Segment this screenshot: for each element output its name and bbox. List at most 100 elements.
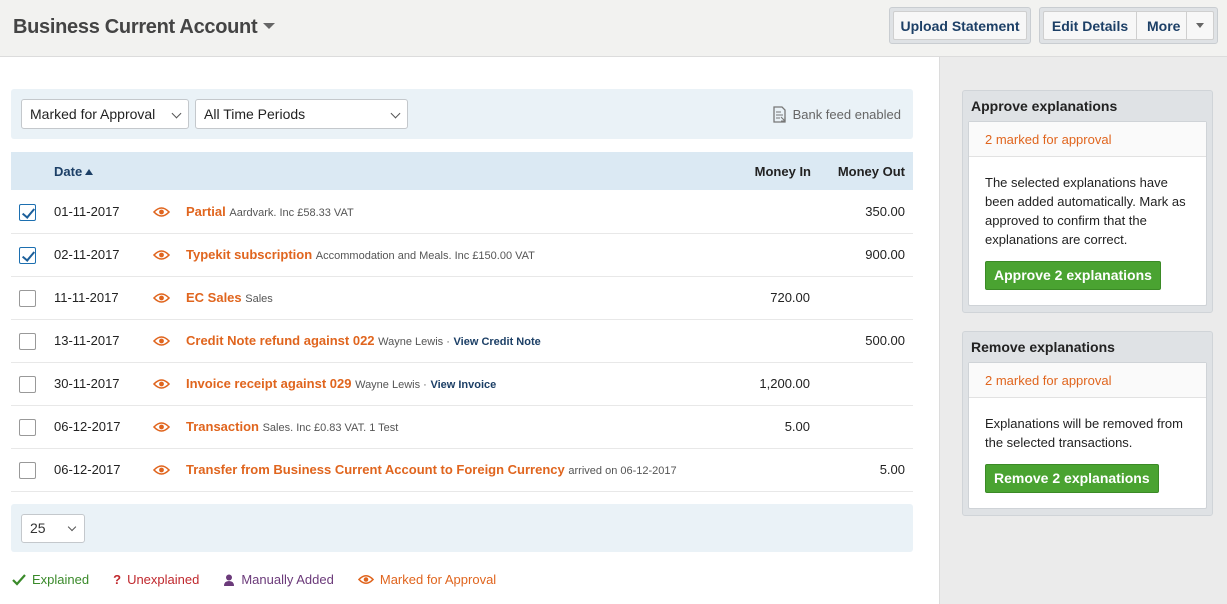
remove-description: Explanations will be removed from the se…	[985, 416, 1183, 450]
row-checkbox[interactable]	[19, 376, 36, 393]
approve-panel: Approve explanations 2 marked for approv…	[962, 90, 1213, 313]
money-out-column-header: Money Out	[837, 164, 905, 179]
row-title-link[interactable]: Transfer from Business Current Account t…	[186, 462, 565, 477]
pagination-bar: 25	[11, 504, 913, 552]
row-checkbox[interactable]	[19, 247, 36, 264]
approve-panel-body: 2 marked for approval The selected expla…	[968, 121, 1207, 306]
row-date: 06-12-2017	[54, 462, 121, 477]
legend-unexplained: ? Unexplained	[113, 572, 199, 587]
row-subtitle: Accommodation and Meals. Inc £150.00 VAT	[315, 250, 535, 262]
row-title-link[interactable]: Credit Note refund against 022	[186, 333, 375, 348]
row-subtitle: Sales	[245, 293, 273, 305]
document-icon	[772, 106, 786, 123]
period-filter-select[interactable]: All Time Periods	[195, 99, 408, 129]
row-view-link[interactable]: View Credit Note	[454, 336, 541, 348]
row-checkbox[interactable]	[19, 419, 36, 436]
row-date: 13-11-2017	[54, 333, 120, 348]
row-view-link[interactable]: View Invoice	[430, 379, 496, 391]
legend-manual: Manually Added	[223, 572, 334, 587]
remove-panel-body: 2 marked for approval Explanations will …	[968, 362, 1207, 509]
per-page-select[interactable]: 25	[21, 514, 85, 543]
row-description: EC Sales Sales	[186, 290, 273, 305]
legend-approval-label: Marked for Approval	[379, 572, 497, 587]
table-row[interactable]: 06-12-2017 Transaction Sales. Inc £0.83 V…	[11, 406, 913, 449]
row-date: 11-11-2017	[54, 290, 119, 305]
caret-down-icon	[1196, 23, 1204, 28]
approve-explanations-button[interactable]: Approve 2 explanations	[985, 261, 1161, 290]
row-money-out: 5.00	[879, 462, 905, 477]
remove-panel: Remove explanations 2 marked for approva…	[962, 331, 1213, 516]
approve-panel-title: Approve explanations	[971, 98, 1118, 114]
table-header: Date Money In Money Out	[11, 152, 913, 190]
eye-icon	[153, 250, 170, 260]
page-header: Business Current Account Upload Statemen…	[0, 0, 1227, 57]
eye-icon	[357, 574, 374, 585]
row-checkbox[interactable]	[19, 462, 36, 479]
row-title-link[interactable]: Typekit subscription	[186, 247, 312, 262]
row-checkbox[interactable]	[19, 333, 36, 350]
row-title-link[interactable]: Invoice receipt against 029	[186, 376, 351, 391]
row-subtitle: Wayne Lewis ·	[355, 379, 427, 391]
row-date: 30-11-2017	[54, 376, 120, 391]
approve-status-text: 2 marked for approval	[969, 122, 1206, 157]
row-date: 06-12-2017	[54, 419, 121, 434]
row-title-link[interactable]: Transaction	[186, 419, 259, 434]
row-money-in: 1,200.00	[759, 376, 810, 391]
chevron-down-icon	[67, 522, 77, 532]
account-title: Business Current Account	[13, 16, 258, 38]
row-title-link[interactable]: EC Sales	[186, 290, 242, 305]
table-row[interactable]: 06-12-2017 Transfer from Business Current…	[11, 449, 913, 492]
per-page-value: 25	[30, 520, 46, 536]
upload-statement-button[interactable]: Upload Statement	[893, 11, 1027, 40]
row-description: Partial Aardvark. Inc £58.33 VAT	[186, 204, 354, 219]
status-filter-value: Marked for Approval	[30, 106, 156, 122]
eye-icon	[153, 207, 170, 217]
remove-explanations-button[interactable]: Remove 2 explanations	[985, 464, 1159, 493]
row-description: Typekit subscription Accommodation and M…	[186, 247, 535, 262]
eye-icon	[153, 465, 170, 475]
status-legend: Explained ? Unexplained Manually Added M…	[12, 572, 520, 587]
row-subtitle: Wayne Lewis ·	[378, 336, 450, 348]
row-money-out: 350.00	[865, 204, 905, 219]
person-icon	[224, 574, 235, 586]
row-description: Transaction Sales. Inc £0.83 VAT. 1 Test	[186, 419, 398, 434]
legend-manual-label: Manually Added	[241, 572, 334, 587]
row-checkbox[interactable]	[19, 204, 36, 221]
legend-approval: Marked for Approval	[357, 572, 497, 587]
legend-explained-label: Explained	[32, 572, 90, 587]
filter-bar: Marked for Approval All Time Periods Ban…	[11, 89, 913, 139]
chevron-down-icon	[390, 108, 401, 119]
sort-ascending-icon	[85, 168, 94, 175]
bank-feed-status: Bank feed enabled	[772, 106, 901, 123]
account-selector[interactable]: Business Current Account	[13, 16, 276, 39]
row-checkbox[interactable]	[19, 290, 36, 307]
eye-icon	[153, 379, 170, 389]
table-row[interactable]: 30-11-2017 Invoice receipt against 029 Wa…	[11, 363, 913, 406]
row-title-link[interactable]: Partial	[186, 204, 226, 219]
table-row[interactable]: 02-11-2017 Typekit subscription Accommoda…	[11, 234, 913, 277]
approve-description: The selected explanations have been adde…	[985, 175, 1186, 247]
legend-explained: Explained	[12, 572, 89, 587]
row-date: 02-11-2017	[54, 247, 120, 262]
row-description: Credit Note refund against 022 Wayne Lew…	[186, 333, 541, 348]
table-row[interactable]: 01-11-2017 Partial Aardvark. Inc £58.33 V…	[11, 191, 913, 234]
edit-details-button[interactable]: Edit Details	[1043, 11, 1137, 40]
eye-icon	[153, 336, 170, 346]
checkmark-icon	[12, 573, 26, 586]
upload-button-wrap: Upload Statement	[889, 7, 1031, 44]
legend-unexplained-label: Unexplained	[127, 572, 200, 587]
row-description: Invoice receipt against 029 Wayne Lewis …	[186, 376, 496, 391]
remove-panel-title: Remove explanations	[971, 339, 1115, 355]
table-row[interactable]: 11-11-2017 EC Sales Sales 720.00	[11, 277, 913, 320]
more-button[interactable]: More	[1137, 11, 1187, 40]
remove-status-text: 2 marked for approval	[969, 363, 1206, 398]
row-subtitle: Sales. Inc £0.83 VAT. 1 Test	[262, 422, 399, 434]
period-filter-value: All Time Periods	[204, 106, 306, 122]
date-column-header[interactable]: Date	[54, 164, 94, 179]
table-row[interactable]: 13-11-2017 Credit Note refund against 022…	[11, 320, 913, 363]
eye-icon	[153, 422, 170, 432]
row-date: 01-11-2017	[54, 204, 120, 219]
status-filter-select[interactable]: Marked for Approval	[21, 99, 189, 129]
chevron-down-icon	[263, 22, 276, 29]
more-dropdown-toggle[interactable]	[1187, 11, 1214, 40]
